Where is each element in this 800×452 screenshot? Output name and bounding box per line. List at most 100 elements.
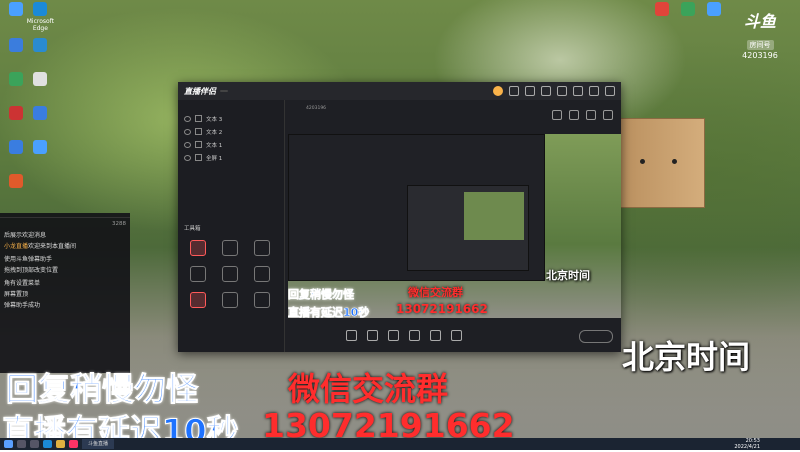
douyu-icon[interactable]	[69, 440, 78, 448]
share-icon[interactable]	[603, 110, 613, 120]
visibility-icon[interactable]	[184, 141, 191, 148]
play-icon	[409, 329, 420, 341]
media-button[interactable]	[409, 329, 420, 343]
image-icon	[430, 329, 441, 341]
camera-button[interactable]	[367, 329, 378, 343]
desktop-icon[interactable]	[26, 72, 54, 88]
toolbox-tool[interactable]	[214, 266, 246, 284]
grid-icon[interactable]	[569, 110, 579, 120]
layer-item[interactable]: 文本 3	[178, 112, 284, 125]
chat-text: 后展示欢迎消息	[4, 232, 47, 239]
desktop-icon[interactable]: Microsoft Edge	[26, 2, 54, 32]
chat-icon[interactable]	[525, 86, 535, 96]
phone-project-button[interactable]	[388, 329, 399, 343]
douyu-room-badge: 斗鱼 房间号 4203196	[730, 8, 790, 60]
visibility-icon[interactable]	[184, 154, 191, 161]
start-live-button[interactable]	[579, 329, 613, 343]
visibility-icon[interactable]	[184, 115, 191, 122]
folder-icon[interactable]	[56, 440, 65, 448]
app-icon	[9, 140, 24, 154]
tool-icon	[190, 292, 206, 308]
toolbox-tool[interactable]	[246, 292, 278, 310]
close-icon[interactable]	[605, 86, 615, 96]
desktop-icon[interactable]	[703, 2, 725, 16]
layer-label: 全屏 1	[206, 155, 223, 162]
chat-message: 小龙直播欢迎来到本直播间	[0, 241, 130, 252]
start-icon[interactable]	[4, 440, 13, 448]
folder-icon[interactable]	[586, 110, 596, 120]
camera-icon	[367, 329, 378, 341]
layer-item[interactable]: 文本 1	[178, 138, 284, 151]
tool-icon	[222, 266, 238, 282]
layer-item[interactable]: 全屏 1	[178, 151, 284, 164]
gift-icon[interactable]	[552, 110, 562, 120]
tool-icon	[254, 240, 270, 256]
desktop-topright-icons	[651, 2, 725, 16]
scene-panel: 文本 3 文本 2 文本 1 全屏 1 工具箱	[178, 100, 285, 352]
preview-overlay-phone: 13072191662	[396, 302, 488, 316]
danmu-chat-panel: 3288 后展示欢迎消息 小龙直播欢迎来到本直播间 使用斗鱼弹幕助手 拖拽到顶部改变位…	[0, 213, 130, 373]
scene-tabs	[178, 100, 284, 112]
app-icon	[33, 72, 48, 86]
screen-record-button[interactable]	[346, 329, 357, 343]
box-eye	[672, 159, 677, 164]
layer-item[interactable]: 文本 2	[178, 125, 284, 138]
settings-icon[interactable]	[541, 86, 551, 96]
desktop-icon[interactable]	[651, 2, 673, 16]
window-titlebar[interactable]: 直播伴侣	[178, 82, 621, 100]
windows-taskbar: 斗鱼直播 20:53 2022/4/21	[0, 438, 800, 450]
app-icon	[9, 2, 24, 16]
stream-room-id: 4203196	[306, 106, 327, 111]
preview-controls	[288, 320, 621, 352]
maximize-icon[interactable]	[589, 86, 599, 96]
toolbox-grid	[182, 240, 282, 310]
edge-icon[interactable]	[43, 440, 52, 448]
desktop-icon[interactable]	[677, 2, 699, 16]
lock-icon[interactable]	[195, 154, 202, 161]
desktop-icon[interactable]	[26, 140, 54, 156]
desktop-icon[interactable]	[26, 38, 54, 54]
toolbox-tool[interactable]	[214, 292, 246, 310]
recursive-preview-canvas	[464, 192, 524, 240]
taskbar-app-douyu[interactable]: 斗鱼直播	[82, 439, 115, 449]
toolbox-tool[interactable]	[246, 266, 278, 284]
recursive-preview-window-inner	[407, 185, 529, 271]
toolbox-tool[interactable]	[182, 240, 214, 258]
visibility-icon[interactable]	[184, 128, 191, 135]
taskbar-clock[interactable]: 20:53 2022/4/21	[734, 438, 760, 450]
toolbox-tool[interactable]	[182, 292, 214, 310]
search-icon[interactable]	[17, 440, 26, 448]
tool-icon	[222, 240, 238, 256]
brand-badge[interactable]	[220, 90, 228, 92]
image-button[interactable]	[430, 329, 441, 343]
layer-label: 文本 2	[206, 129, 223, 136]
overlay-beijing-time: 北京时间	[622, 338, 751, 376]
chat-message: 屏幕置顶	[0, 289, 130, 300]
chat-text: 角有设置菜单	[4, 280, 41, 287]
avatar-icon[interactable]	[493, 86, 503, 96]
desktop-icon[interactable]	[2, 174, 30, 190]
desktop-icon[interactable]	[26, 106, 54, 122]
chat-user[interactable]: 小龙直播	[4, 243, 28, 250]
douyu-logo: 斗鱼	[743, 12, 776, 31]
layer-label: 文本 1	[206, 142, 223, 149]
desktop-icon-label: Microsoft Edge	[26, 18, 55, 32]
minimize-icon[interactable]	[573, 86, 583, 96]
message-icon[interactable]	[509, 86, 519, 96]
chat-text: 拖拽到顶部改变位置	[4, 267, 59, 274]
toolbox-tool[interactable]	[246, 240, 278, 258]
lock-icon[interactable]	[195, 115, 202, 122]
chat-message: 弹幕助手成功	[0, 300, 130, 311]
lock-icon[interactable]	[195, 128, 202, 135]
tab-heat[interactable]: 3288	[112, 221, 126, 227]
stream-preview[interactable]: 回复稍慢勿怪 直播有延迟10秒 微信交流群 13072191662 北京时间	[288, 134, 621, 318]
menu-icon[interactable]	[557, 86, 567, 96]
lock-icon[interactable]	[195, 141, 202, 148]
chat-text: 屏幕置顶	[4, 291, 29, 298]
toolbox-tool[interactable]	[214, 240, 246, 258]
toolbox-tool[interactable]	[182, 266, 214, 284]
preview-overlay-wechat: 微信交流群	[408, 286, 463, 299]
audio-button[interactable]	[451, 329, 462, 343]
taskview-icon[interactable]	[30, 440, 39, 448]
overlay-reply-slow: 回复稍慢勿怪	[5, 370, 199, 409]
